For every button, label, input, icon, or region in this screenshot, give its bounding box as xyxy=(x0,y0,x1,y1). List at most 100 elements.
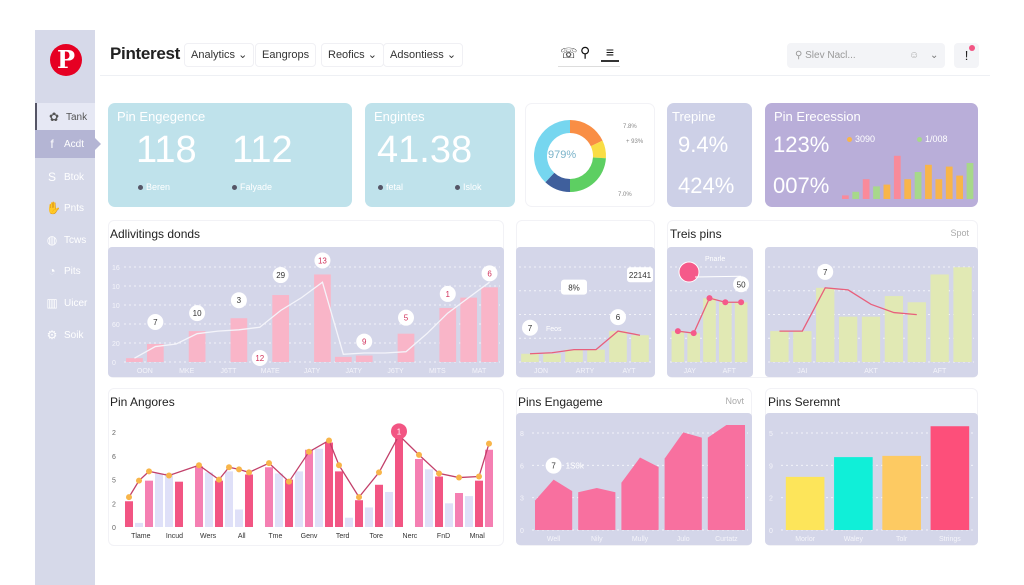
x-tick-label: J6TY xyxy=(387,368,404,375)
hand-icon: ✋ xyxy=(46,201,61,215)
notification-button[interactable]: ! xyxy=(954,43,979,68)
globe-icon: ◍ xyxy=(46,233,58,247)
phone-icon[interactable]: ☏ xyxy=(560,45,578,62)
x-tick-label: Wers xyxy=(200,533,217,540)
callout-label: 8% xyxy=(568,284,580,293)
sidebar-item-tank[interactable]: ✿ Tank xyxy=(35,103,95,131)
area-segment xyxy=(707,425,745,530)
sidebar-item-pits[interactable]: ◔ Pits xyxy=(35,257,95,285)
spot-link[interactable]: Spot xyxy=(950,228,969,238)
bar xyxy=(425,469,433,527)
donut-segment xyxy=(570,120,603,147)
bar xyxy=(314,274,331,362)
list-icon[interactable]: ≡ xyxy=(601,44,619,62)
line-point xyxy=(706,295,713,302)
x-tick-label: J6TT xyxy=(220,368,237,375)
sidebar-item-label: Pnts xyxy=(64,202,85,214)
card-title: Trepine xyxy=(672,109,716,124)
menu-reofics[interactable]: Reofics ⌄ xyxy=(321,43,384,67)
line-point xyxy=(356,494,362,501)
bar xyxy=(671,331,685,362)
mini-bar xyxy=(904,179,912,199)
mini-bar xyxy=(935,179,943,199)
legend-label: 3090 xyxy=(855,134,876,144)
icon-tab-underline xyxy=(558,66,620,67)
sidebar-item-btok[interactable]: S Btok xyxy=(35,163,95,191)
card-title: Engintes xyxy=(374,109,425,124)
line-point xyxy=(376,469,382,476)
bar xyxy=(230,318,248,362)
bar xyxy=(930,426,970,530)
x-tick-label: MKE xyxy=(179,368,195,375)
sidebar-item-uicer[interactable]: ▥ Uicer xyxy=(35,289,95,317)
menu-adsontiess[interactable]: Adsontiess ⌄ xyxy=(383,43,464,67)
donut-label: 7.0% xyxy=(618,192,632,198)
callout-label: 7 xyxy=(823,268,828,277)
paw-icon: ✿ xyxy=(48,110,60,124)
bar xyxy=(882,455,921,530)
line-point xyxy=(166,472,172,479)
search-icon[interactable]: ⚲ xyxy=(580,44,590,61)
y-tick-label: 2 xyxy=(112,430,116,437)
kpi-value: 123% xyxy=(773,132,830,157)
bar xyxy=(861,316,881,362)
search-icon: ⚲ xyxy=(795,50,806,61)
bar xyxy=(335,471,343,527)
donut-center-label: 979% xyxy=(548,149,577,161)
bar xyxy=(587,349,605,362)
sidebar-item-label: Tcws xyxy=(64,234,87,246)
y-tick-label: 5 xyxy=(769,431,773,438)
bar xyxy=(415,459,423,527)
user-icon[interactable]: ☺ xyxy=(909,43,919,68)
chevron-down-icon[interactable]: ⌄ xyxy=(930,43,938,68)
callout-label: 22141 xyxy=(629,271,652,280)
donut-segment xyxy=(570,157,606,192)
bar xyxy=(275,473,283,527)
callout-label: 29 xyxy=(276,271,285,280)
bar xyxy=(315,448,323,527)
callout-label: 10 xyxy=(193,309,202,318)
trend-line xyxy=(134,281,490,359)
kpi-value: 112 xyxy=(232,129,293,171)
line-point xyxy=(476,473,482,480)
sidebar-item-label: Acdt xyxy=(64,138,85,150)
x-tick-label: Mnal xyxy=(470,533,486,540)
menu-eangrops[interactable]: Eangrops xyxy=(255,43,317,67)
line-point xyxy=(690,330,697,337)
gauge-icon: ◔ xyxy=(48,264,56,278)
sidebar-item-soik[interactable]: ⚙ Soik xyxy=(35,321,95,349)
menu-analytics[interactable]: Analytics ⌄ xyxy=(184,43,255,67)
legend-label: Falyade xyxy=(240,182,273,192)
bar xyxy=(439,307,457,362)
line-point xyxy=(286,478,292,485)
bar xyxy=(175,481,183,527)
line-point xyxy=(416,451,422,458)
next-link[interactable]: Novt xyxy=(725,396,744,406)
line-point xyxy=(216,476,222,483)
sidebar-item-pnts[interactable]: ✋ Pnts xyxy=(35,194,95,222)
x-tick-label: MAT xyxy=(472,368,487,375)
y-tick-label: 2 xyxy=(769,496,773,503)
line-point xyxy=(246,469,252,476)
sidebar-item-tcws[interactable]: ◍ Tcws xyxy=(35,226,95,254)
kpi-value: 41.38 xyxy=(377,129,473,171)
bar xyxy=(465,496,473,527)
mini-bar xyxy=(842,195,849,199)
line-point xyxy=(236,466,242,473)
y-tick-label: 16 xyxy=(112,265,120,272)
x-tick-label: JAI xyxy=(797,368,807,375)
callout-label: 7 xyxy=(153,318,158,327)
callout-label: 6 xyxy=(616,313,621,322)
search-placeholder: Slev Nacl... xyxy=(805,50,856,61)
y-tick-label: 10 xyxy=(112,303,120,310)
panel-title: Pins Engageme xyxy=(518,395,603,409)
area-segment xyxy=(621,457,659,530)
bar xyxy=(365,507,373,527)
search-input[interactable]: ⚲ Slev Nacl... ☺ ⌄ xyxy=(787,43,945,68)
sidebar-item-acdt[interactable]: f Acdt xyxy=(35,130,101,158)
donut-chart xyxy=(534,120,606,192)
pinterest-logo[interactable]: P xyxy=(50,44,82,76)
line-point xyxy=(486,440,492,447)
x-tick-label: Incud xyxy=(166,533,183,540)
highlight-dot xyxy=(678,261,700,283)
